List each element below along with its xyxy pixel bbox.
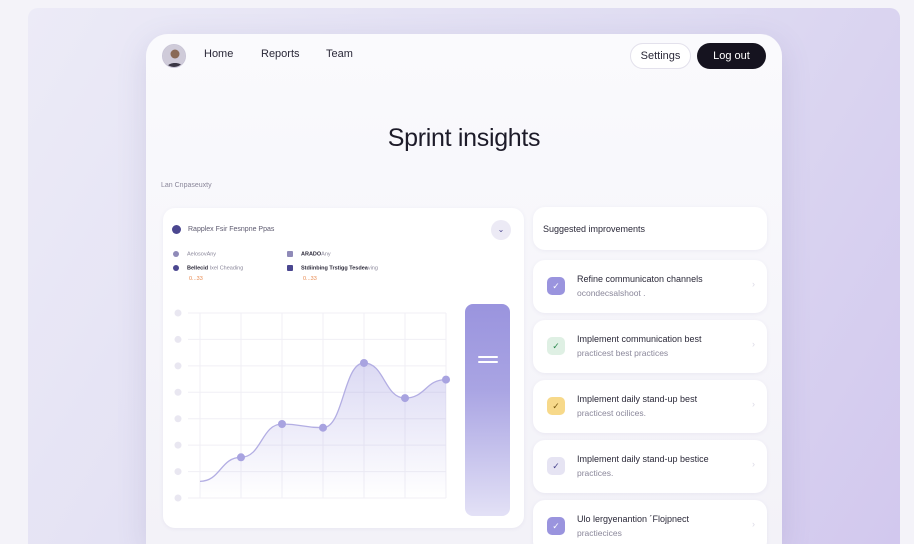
data-point [237,453,245,462]
nav-team-link[interactable]: Team [326,48,353,60]
chevron-right-icon: › [752,339,755,349]
axis-marker [174,441,182,449]
suggestion-title: Implement communication best [577,334,702,344]
check-icon[interactable]: ✓ [547,517,565,535]
data-point [442,375,450,384]
suggestion-title: Refine communicaton channels [577,274,703,284]
section-label: Lan Cnpaseuxty [161,182,212,189]
chevron-right-icon: › [752,279,755,289]
data-point [319,423,327,432]
check-icon[interactable]: ✓ [547,277,565,295]
user-avatar[interactable] [162,44,186,68]
suggestion-subtitle: practices. [577,468,614,478]
suggestion-subtitle: practiecices [577,528,622,538]
check-icon[interactable]: ✓ [547,397,565,415]
suggestion-card[interactable]: ✓ Implement daily stand-up best practice… [533,380,767,433]
chevron-right-icon: › [752,519,755,529]
nav-home-link[interactable]: Home [204,48,233,60]
chart-card: Rapplex Fsir Fesnpne Ppas ⌄ AelosovAny A… [163,208,524,528]
equals-icon [478,356,498,366]
check-icon[interactable]: ✓ [547,337,565,355]
app-window: Home Reports Team Settings Log out Sprin… [146,34,782,544]
chevron-right-icon: › [752,459,755,469]
check-icon[interactable]: ✓ [547,457,565,475]
suggestion-subtitle: ocondecsalshoot . [577,288,646,298]
suggestion-card[interactable]: ✓ Refine communicaton channels ocondecsa… [533,260,767,313]
top-nav: Home Reports Team Settings Log out [146,34,782,78]
suggestion-title: Implement daily stand-up bestice [577,454,709,464]
axis-marker [174,335,182,343]
axis-marker [174,415,182,423]
person-icon [163,45,185,67]
axis-marker [174,494,182,502]
data-point [360,358,368,367]
suggestions-header-card: Suggested improvements [533,207,767,250]
highlight-bar[interactable] [465,304,510,516]
axis-marker [174,388,182,396]
settings-button[interactable]: Settings [630,43,691,69]
suggestion-subtitle: practicest best practices [577,348,669,358]
suggestion-card[interactable]: ✓ Ulo lergyenantion ´Flojpnect practieci… [533,500,767,544]
data-point [401,394,409,403]
axis-marker [174,362,182,370]
axis-marker [174,309,182,317]
data-point [278,420,286,428]
logout-button[interactable]: Log out [697,43,766,69]
suggestion-title: Ulo lergyenantion ´Flojpnect [577,514,690,524]
page-title: Sprint insights [387,124,541,152]
suggestions-title: Suggested improvements [543,224,646,234]
nav-reports-link[interactable]: Reports [261,48,300,60]
suggestion-title: Implement daily stand-up best [577,394,698,404]
axis-marker [174,468,182,476]
suggestion-card[interactable]: ✓ Implement daily stand-up bestice pract… [533,440,767,493]
suggestion-subtitle: practicest ocilices. [577,408,646,418]
suggestion-card[interactable]: ✓ Implement communication best practices… [533,320,767,373]
chevron-right-icon: › [752,399,755,409]
